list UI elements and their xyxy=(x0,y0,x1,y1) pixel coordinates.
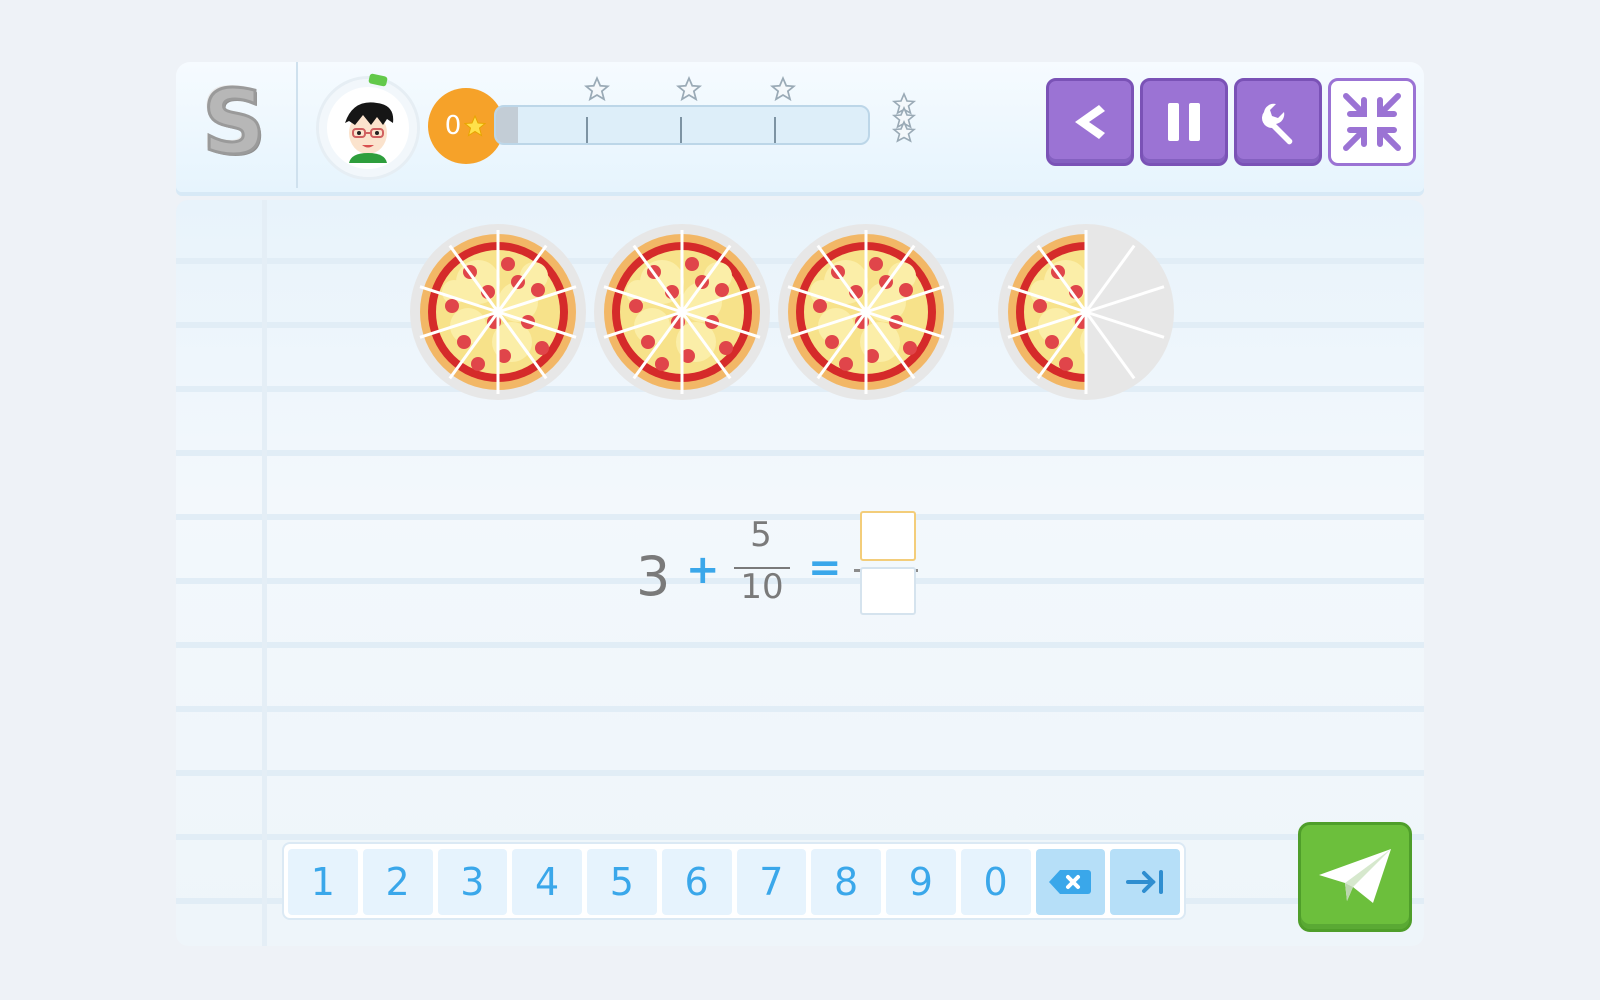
exercise-area: 3 + 5 10 = 1 2 3 4 5 6 7 8 9 0 xyxy=(176,200,1424,946)
exit-fullscreen-icon xyxy=(1343,93,1401,151)
paper-margin-line xyxy=(262,200,267,946)
header-divider xyxy=(296,62,298,188)
pause-icon xyxy=(1168,103,1200,141)
wrench-icon xyxy=(1262,103,1293,145)
key-0[interactable]: 0 xyxy=(960,849,1031,915)
equals-sign: = xyxy=(808,545,842,591)
send-answer-button[interactable] xyxy=(1298,822,1412,932)
avatar-face-icon xyxy=(345,102,394,163)
number-keypad: 1 2 3 4 5 6 7 8 9 0 xyxy=(282,842,1186,920)
avatar-progress-indicator xyxy=(368,73,388,87)
chevron-left-icon xyxy=(1075,105,1105,139)
app-window: S 0 3 + 5 10 = 1 2 3 4 5 6 7 8 9 0 xyxy=(176,62,1424,946)
app-logo: S xyxy=(201,71,267,174)
whole-number: 3 xyxy=(636,545,671,608)
answer-numerator-input[interactable] xyxy=(860,511,916,561)
star-icon xyxy=(463,114,487,137)
pizza xyxy=(778,224,954,400)
header-bar: S 0 xyxy=(176,62,1424,192)
progress-fill xyxy=(496,107,519,143)
paper-plane-icon xyxy=(1319,849,1391,903)
backspace-button[interactable] xyxy=(1035,849,1106,915)
key-9[interactable]: 9 xyxy=(886,849,956,915)
milestone-star-icon xyxy=(584,76,610,102)
stars-stack-icon xyxy=(891,92,917,143)
avatar[interactable] xyxy=(316,73,420,180)
key-6[interactable]: 6 xyxy=(661,849,732,915)
pizza-illustration xyxy=(408,222,1188,408)
fraction-equation: 3 + 5 10 = xyxy=(636,511,976,635)
key-2[interactable]: 2 xyxy=(362,849,433,915)
pizza xyxy=(998,224,1174,400)
milestone-star-icon xyxy=(770,76,796,102)
key-8[interactable]: 8 xyxy=(811,849,881,915)
progress-tick xyxy=(774,117,776,143)
next-field-button[interactable] xyxy=(1110,849,1180,915)
key-4[interactable]: 4 xyxy=(512,849,582,915)
fraction-numerator: 5 xyxy=(750,515,772,555)
exit-fullscreen-button[interactable] xyxy=(1328,78,1416,166)
fraction-denominator: 10 xyxy=(740,567,784,607)
pizza xyxy=(410,224,586,400)
score-value: 0 xyxy=(444,111,462,141)
key-7[interactable]: 7 xyxy=(736,849,807,915)
progress-tick xyxy=(586,117,588,143)
key-1[interactable]: 1 xyxy=(288,849,358,915)
progress-bar xyxy=(494,105,870,145)
milestone-star-icon xyxy=(676,76,702,102)
backspace-icon xyxy=(1049,870,1092,894)
settings-button[interactable] xyxy=(1234,78,1322,166)
progress-tick xyxy=(680,117,682,143)
plus-sign: + xyxy=(686,547,720,593)
pizza xyxy=(594,224,770,400)
score-badge: 0 xyxy=(428,88,504,164)
key-3[interactable]: 3 xyxy=(437,849,508,915)
answer-denominator-input[interactable] xyxy=(860,567,916,615)
key-5[interactable]: 5 xyxy=(587,849,657,915)
tab-next-icon xyxy=(1126,870,1164,894)
pause-button[interactable] xyxy=(1140,78,1228,166)
back-button[interactable] xyxy=(1046,78,1134,166)
